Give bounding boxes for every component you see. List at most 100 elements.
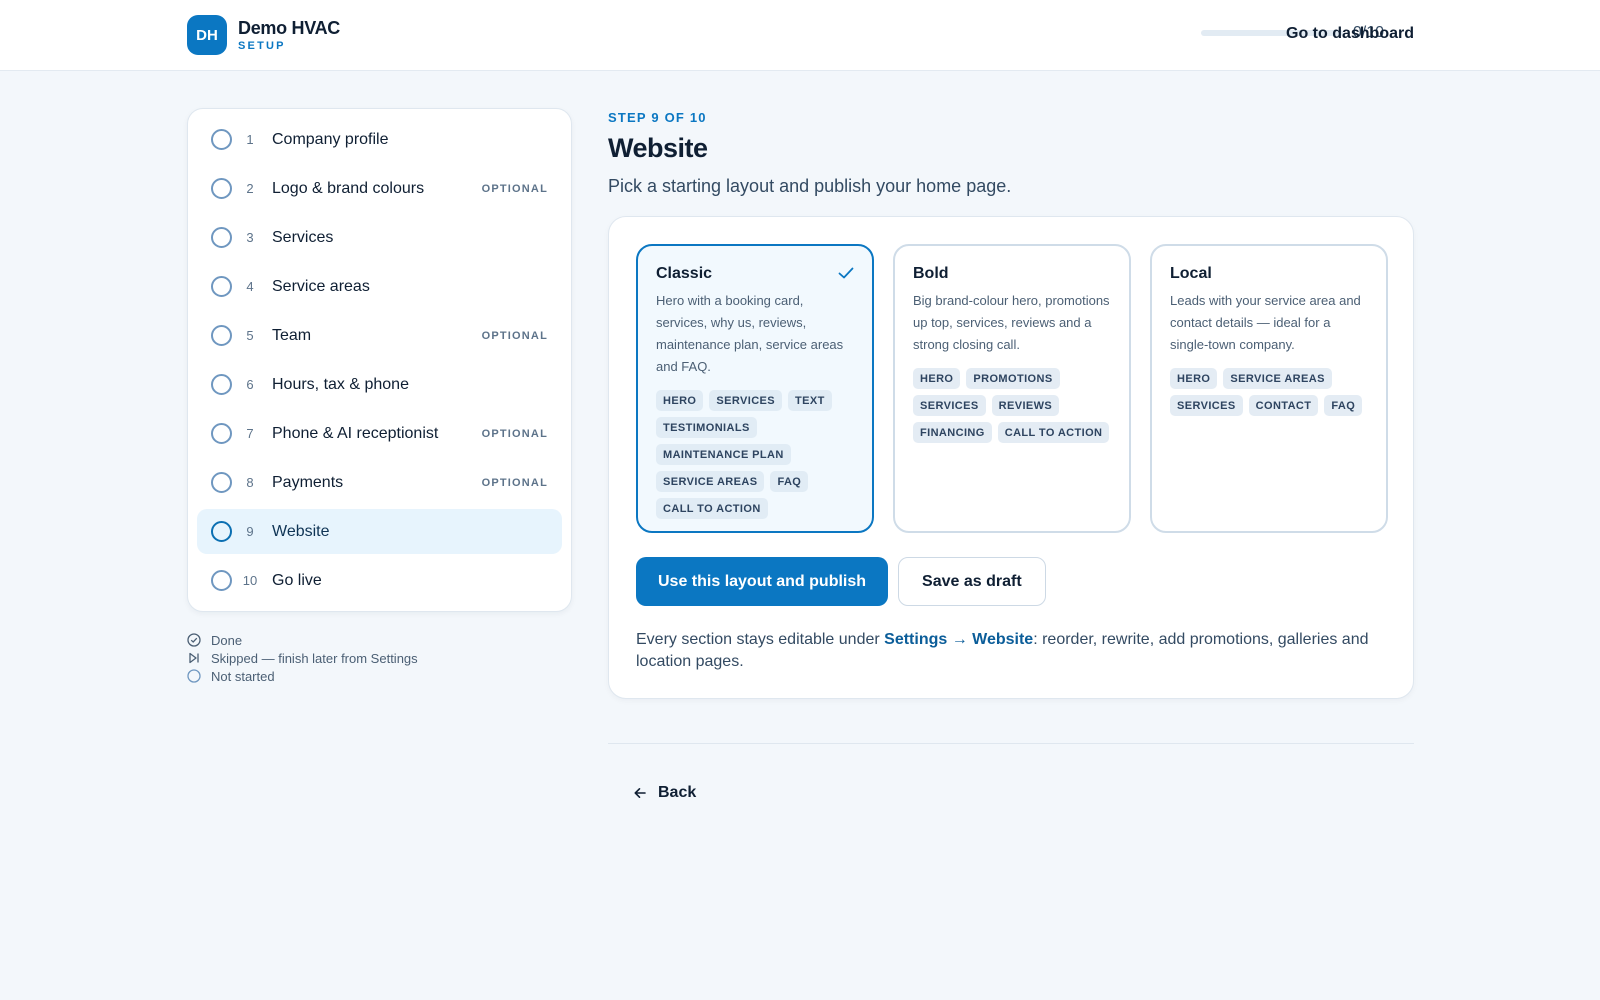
empty-circle-icon — [187, 669, 201, 683]
settings-website-link[interactable]: Settings → Website — [884, 631, 1033, 648]
layout-section-tags: HERO SERVICES TEXT TESTIMONIALS MAINTENANCE … — [656, 390, 854, 519]
step-item[interactable]: 10 Go live — [197, 558, 562, 603]
step-label: Payments — [272, 473, 344, 491]
optional-badge: OPTIONAL — [481, 329, 548, 342]
skip-forward-icon — [187, 651, 201, 665]
layout-card-bold[interactable]: Bold Big brand-colour hero, promotions up… — [893, 244, 1131, 533]
step-status-circle-icon — [211, 325, 232, 346]
legend-not-started: Not started — [187, 667, 418, 685]
section-tag: SERVICES — [913, 395, 986, 416]
section-tag: FAQ — [770, 471, 809, 492]
legend-skipped: Skipped — finish later from Settings — [187, 649, 418, 667]
go-to-dashboard-link[interactable]: Go to dashboard — [1286, 25, 1414, 43]
section-tag: SERVICES — [1170, 395, 1243, 416]
step-status-circle-icon — [211, 423, 232, 444]
step-status-circle-icon — [211, 521, 232, 542]
section-tag: FINANCING — [913, 422, 992, 443]
optional-badge: OPTIONAL — [481, 182, 548, 195]
section-tag: FAQ — [1324, 395, 1363, 416]
top-bar: DH Demo HVAC SETUP 0/10 Go to dashboard — [0, 0, 1600, 71]
section-tag: PROMOTIONS — [966, 368, 1060, 389]
main-content: STEP 9 OF 10 Website Pick a starting lay… — [608, 108, 1414, 699]
step-item[interactable]: 1 Company profile — [197, 117, 562, 162]
step-label: Service areas — [272, 277, 370, 295]
arrow-left-icon — [634, 788, 646, 798]
section-tag: MAINTENANCE PLAN — [656, 444, 791, 465]
section-tag: SERVICE AREAS — [656, 471, 765, 492]
setup-label: SETUP — [238, 39, 286, 52]
step-number: 1 — [246, 132, 254, 147]
layout-name: Classic — [656, 265, 713, 282]
step-number: 9 — [246, 524, 254, 539]
step-item[interactable]: 5 Team OPTIONAL — [197, 313, 562, 358]
step-status-circle-icon — [211, 227, 232, 248]
footer-divider — [608, 743, 1414, 744]
section-tag: CONTACT — [1248, 395, 1319, 416]
step-number: 6 — [246, 377, 254, 392]
step-label: Team — [272, 326, 312, 344]
legend-done: Done — [187, 631, 418, 649]
brand: DH Demo HVAC SETUP — [187, 15, 340, 55]
step-item[interactable]: 7 Phone & AI receptionist OPTIONAL — [197, 411, 562, 456]
section-tag: CALL TO ACTION — [656, 498, 768, 519]
layout-description: Leads with your service area and contact… — [1170, 293, 1361, 352]
step-item[interactable]: 8 Payments OPTIONAL — [197, 460, 562, 505]
page-subtitle: Pick a starting layout and publish your … — [608, 176, 1012, 196]
step-number: 3 — [246, 230, 254, 245]
step-label: Company profile — [272, 130, 389, 148]
note-text-prefix: Every section stays editable under — [636, 631, 885, 648]
company-logo: DH — [187, 15, 227, 55]
layout-card-classic[interactable]: Classic Hero with a booking card, service… — [636, 244, 874, 533]
step-status-circle-icon — [211, 178, 232, 199]
legend-skipped-label: Skipped — finish later from Settings — [211, 650, 418, 666]
back-button[interactable]: Back — [632, 784, 696, 802]
legend-not-started-label: Not started — [211, 668, 275, 684]
done-check-circle-icon — [187, 633, 201, 647]
use-layout-and-publish-button[interactable]: Use this layout and publish — [636, 557, 889, 606]
layout-section-tags: HERO SERVICE AREAS SERVICES CONTACT FAQ — [1170, 368, 1368, 416]
back-label: Back — [658, 784, 697, 801]
section-tag: SERVICES — [709, 390, 783, 411]
step-label: Services — [272, 228, 334, 246]
step-number: 7 — [246, 426, 254, 441]
layout-description: Big brand-colour hero, promotions up top… — [913, 293, 1110, 352]
step-indicator: STEP 9 OF 10 — [608, 110, 707, 125]
company-name: Demo HVAC — [238, 17, 340, 38]
step-item[interactable]: 3 Services — [197, 215, 562, 260]
step-item[interactable]: 6 Hours, tax & phone — [197, 362, 562, 407]
step-label: Website — [272, 522, 330, 540]
step-number: 4 — [246, 279, 254, 294]
optional-badge: OPTIONAL — [481, 476, 548, 489]
optional-badge: OPTIONAL — [481, 427, 548, 440]
step-item[interactable]: 2 Logo & brand colours OPTIONAL — [197, 166, 562, 211]
setup-steps-list: 1 Company profile 2 Logo & brand colours OPT… — [187, 108, 572, 612]
editable-note: Every section stays editable under Setti… — [636, 629, 1396, 673]
step-status-circle-icon — [211, 374, 232, 395]
section-tag: REVIEWS — [991, 395, 1060, 416]
layout-name: Local — [1170, 265, 1212, 282]
step-number: 10 — [242, 573, 258, 588]
step-item[interactable]: 9 Website — [197, 509, 562, 554]
layout-options: Classic Hero with a booking card, service… — [636, 244, 1388, 533]
step-number: 5 — [246, 328, 254, 343]
section-tag: HERO — [913, 368, 961, 389]
section-tag: CALL TO ACTION — [997, 422, 1110, 443]
step-label: Hours, tax & phone — [272, 375, 409, 393]
step-status-legend: Done Skipped — finish later from Setting… — [187, 631, 418, 685]
step-status-circle-icon — [211, 570, 232, 591]
step-number: 2 — [246, 181, 254, 196]
website-layout-panel: Classic Hero with a booking card, service… — [608, 216, 1414, 699]
step-label: Go live — [272, 571, 322, 589]
section-tag: TESTIMONIALS — [656, 417, 757, 438]
step-status-circle-icon — [211, 276, 232, 297]
layout-card-local[interactable]: Local Leads with your service area and co… — [1150, 244, 1388, 533]
step-number: 8 — [246, 475, 254, 490]
step-label: Logo & brand colours — [272, 179, 425, 197]
action-buttons: Use this layout and publish Save as draf… — [636, 557, 1046, 606]
layout-section-tags: HERO PROMOTIONS SERVICES REVIEWS FINANCING CA… — [913, 368, 1111, 443]
step-item[interactable]: 4 Service areas — [197, 264, 562, 309]
section-tag: SERVICE AREAS — [1223, 368, 1332, 389]
layout-name: Bold — [913, 265, 949, 282]
save-as-draft-button[interactable]: Save as draft — [898, 557, 1046, 606]
layout-description: Hero with a booking card, services, why … — [656, 293, 844, 374]
